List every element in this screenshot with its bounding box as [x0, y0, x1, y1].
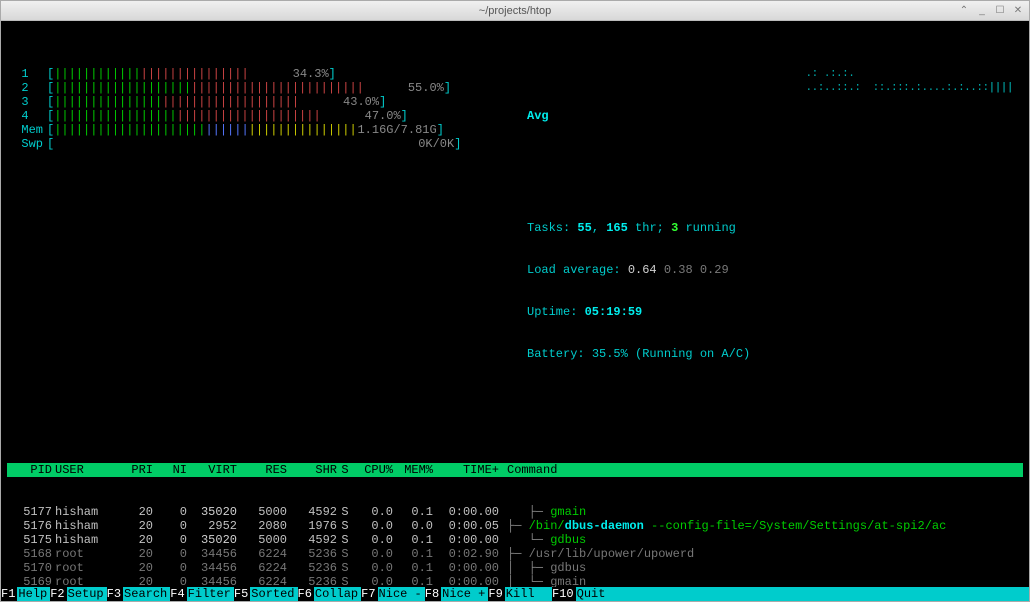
fn-label-F8[interactable]: Nice + — [441, 587, 488, 601]
fn-label-F6[interactable]: Collap — [314, 587, 361, 601]
window-title: ~/projects/htop — [479, 5, 551, 17]
col-cmd[interactable]: Command — [503, 463, 1023, 477]
minimize-icon[interactable]: _ — [975, 5, 989, 16]
col-time[interactable]: TIME+ — [433, 463, 503, 477]
maximize-icon[interactable]: ☐ — [993, 5, 1007, 16]
meters: 1 [|||||||||||||||||||||||||||34.3%] 2 [… — [7, 67, 1023, 389]
col-cpu[interactable]: CPU% — [353, 463, 393, 477]
fn-key-F6[interactable]: F6 — [298, 587, 314, 601]
fn-key-F7[interactable]: F7 — [361, 587, 377, 601]
table-row[interactable]: 5170root2003445662245236S0.00.10:00.00│ … — [7, 561, 1023, 575]
process-table: PID USER PRI NI VIRT RES SHR S CPU% MEM%… — [7, 435, 1023, 601]
fn-label-F4[interactable]: Filter — [187, 587, 234, 601]
tasks-line: Tasks: 55, 165 thr; 3 running — [527, 221, 1023, 235]
cpu-meter-4: 4 [|||||||||||||||||||||||||||||||||||||… — [7, 109, 497, 123]
avg-label: Avg — [527, 109, 549, 123]
function-bar: F1HelpF2SetupF3SearchF4FilterF5SortedF6C… — [1, 587, 1029, 601]
fn-label-F9[interactable]: Kill — [505, 587, 552, 601]
mem-meter: Mem[||||||||||||||||||||||||||||||||||||… — [7, 123, 497, 137]
table-header[interactable]: PID USER PRI NI VIRT RES SHR S CPU% MEM%… — [7, 463, 1023, 477]
fn-label-F5[interactable]: Sorted — [250, 587, 297, 601]
fn-label-F10[interactable]: Quit — [576, 587, 609, 601]
battery-line: Battery: 35.5% (Running on A/C) — [527, 347, 1023, 361]
uptime-line: Uptime: 05:19:59 — [527, 305, 1023, 319]
table-row[interactable]: 5168root2003445662245236S0.00.10:02.90├─… — [7, 547, 1023, 561]
fn-key-F4[interactable]: F4 — [170, 587, 186, 601]
col-ni[interactable]: NI — [153, 463, 187, 477]
swp-meter: Swp[0K/0K] — [7, 137, 497, 151]
cpu-meter-2: 2 [|||||||||||||||||||||||||||||||||||||… — [7, 81, 497, 95]
col-pri[interactable]: PRI — [115, 463, 153, 477]
rollup-icon[interactable]: ⌃ — [957, 5, 971, 16]
fn-label-F7[interactable]: Nice - — [378, 587, 425, 601]
cpu-meter-3: 3 [||||||||||||||||||||||||||||||||||43.… — [7, 95, 497, 109]
fn-key-F10[interactable]: F10 — [552, 587, 576, 601]
sparkline: .: .:.:...:..::.: ::.:::.:....:.:..::|||… — [806, 67, 1013, 95]
cpu-meter-1: 1 [|||||||||||||||||||||||||||34.3%] — [7, 67, 497, 81]
table-row[interactable]: 5176hisham200295220801976S0.00.00:00.05├… — [7, 519, 1023, 533]
col-s[interactable]: S — [337, 463, 353, 477]
terminal-body[interactable]: 1 [|||||||||||||||||||||||||||34.3%] 2 [… — [1, 21, 1029, 601]
fn-key-F9[interactable]: F9 — [488, 587, 504, 601]
table-row[interactable]: 5175hisham2003502050004592S0.00.10:00.00… — [7, 533, 1023, 547]
terminal-window: ~/projects/htop ⌃ _ ☐ ✕ 1 [|||||||||||||… — [0, 0, 1030, 602]
fn-key-F5[interactable]: F5 — [234, 587, 250, 601]
fn-label-F3[interactable]: Search — [123, 587, 170, 601]
close-icon[interactable]: ✕ — [1011, 5, 1025, 16]
fn-label-F1[interactable]: Help — [17, 587, 50, 601]
col-user[interactable]: USER — [55, 463, 115, 477]
fn-key-F3[interactable]: F3 — [107, 587, 123, 601]
col-mem[interactable]: MEM% — [393, 463, 433, 477]
col-pid[interactable]: PID — [7, 463, 55, 477]
fn-label-F2[interactable]: Setup — [67, 587, 107, 601]
col-virt[interactable]: VIRT — [187, 463, 237, 477]
col-shr[interactable]: SHR — [287, 463, 337, 477]
fn-key-F2[interactable]: F2 — [50, 587, 66, 601]
fn-key-F8[interactable]: F8 — [425, 587, 441, 601]
load-line: Load average: 0.64 0.38 0.29 — [527, 263, 1023, 277]
col-res[interactable]: RES — [237, 463, 287, 477]
titlebar[interactable]: ~/projects/htop ⌃ _ ☐ ✕ — [1, 1, 1029, 21]
window-controls: ⌃ _ ☐ ✕ — [957, 5, 1025, 16]
table-row[interactable]: 5177hisham2003502050004592S0.00.10:00.00… — [7, 505, 1023, 519]
fn-key-F1[interactable]: F1 — [1, 587, 17, 601]
